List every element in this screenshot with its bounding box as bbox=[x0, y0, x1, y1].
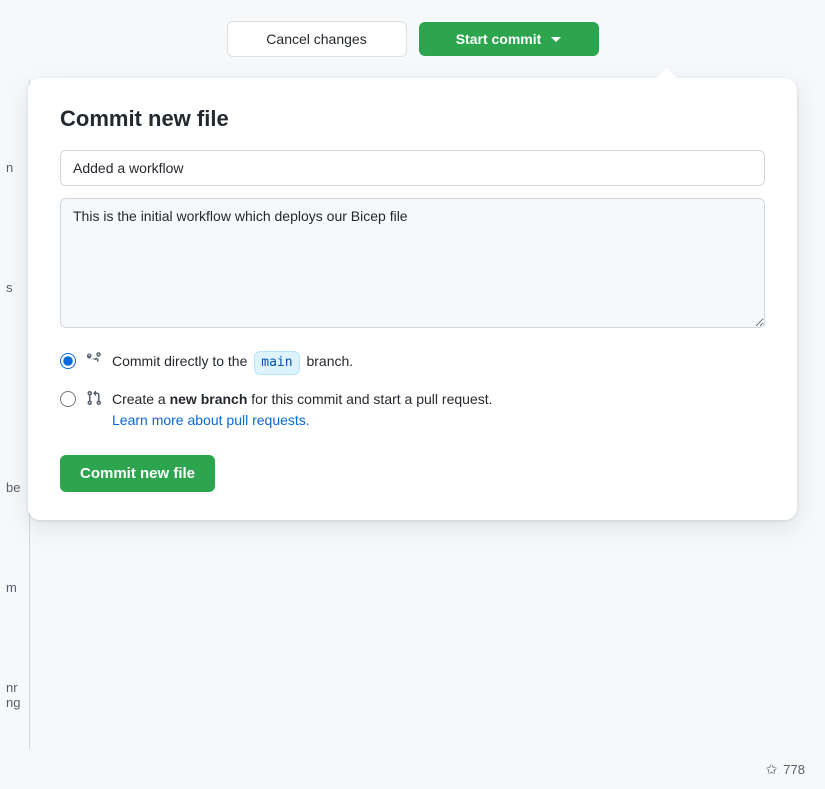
learn-more-link[interactable]: Learn more about pull requests. bbox=[112, 412, 310, 428]
commit-message-input[interactable] bbox=[60, 150, 765, 186]
start-commit-button[interactable]: Start commit bbox=[419, 22, 599, 56]
commit-modal: Commit new file This is the initial work… bbox=[28, 78, 797, 520]
sidebar-letter-nr: nrng bbox=[6, 680, 20, 710]
radio-option-new-branch[interactable]: Create a new branch for this commit and … bbox=[60, 389, 765, 431]
modal-title: Commit new file bbox=[60, 106, 765, 132]
branch-options: Commit directly to the main branch. Crea… bbox=[60, 351, 765, 431]
left-sidebar: n s be m nrng bbox=[0, 80, 30, 749]
radio-direct[interactable] bbox=[60, 353, 76, 369]
radio-new-branch[interactable] bbox=[60, 391, 76, 407]
pull-request-icon bbox=[86, 390, 102, 406]
radio-direct-label: Commit directly to the main branch. bbox=[112, 351, 353, 375]
star-count: 778 bbox=[783, 762, 805, 777]
sidebar-letter-s: s bbox=[6, 280, 13, 295]
star-icon: ✩ bbox=[766, 761, 778, 778]
branch-badge: main bbox=[254, 351, 299, 375]
radio-option-direct[interactable]: Commit directly to the main branch. bbox=[60, 351, 765, 375]
sidebar-letter-m: m bbox=[6, 580, 17, 595]
sidebar-letter-be: be bbox=[6, 480, 20, 495]
sidebar-letter-n: n bbox=[6, 160, 13, 175]
branch-direct-icon bbox=[86, 352, 102, 368]
radio-new-branch-label: Create a new branch for this commit and … bbox=[112, 389, 493, 431]
toolbar: Cancel changes Start commit bbox=[0, 0, 825, 78]
commit-new-file-button[interactable]: Commit new file bbox=[60, 455, 215, 492]
commit-description-textarea[interactable]: This is the initial workflow which deplo… bbox=[60, 198, 765, 328]
chevron-down-icon bbox=[551, 37, 561, 42]
start-commit-label: Start commit bbox=[456, 31, 542, 47]
cancel-changes-button[interactable]: Cancel changes bbox=[227, 21, 407, 57]
bottom-bar: ✩ 778 bbox=[0, 749, 825, 789]
